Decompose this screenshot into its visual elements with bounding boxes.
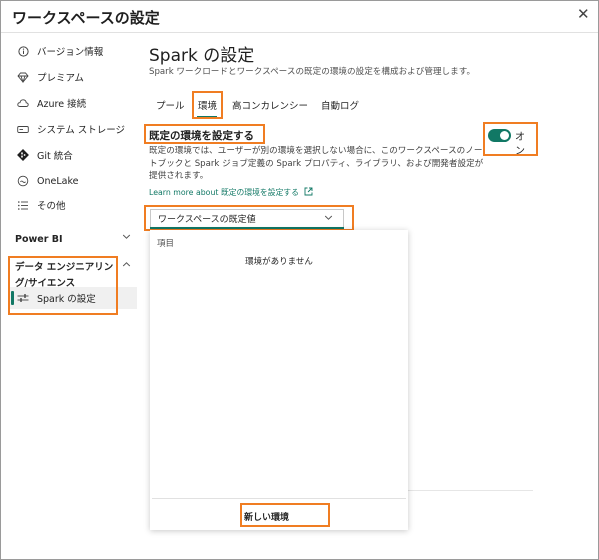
sidebar-item-git[interactable]: Git 統合	[17, 146, 73, 164]
empty-message: 環境がありません	[245, 257, 313, 267]
highlight-box-sidebar	[8, 256, 118, 315]
sidebar-item-version[interactable]: バージョン情報	[17, 42, 103, 60]
sidebar-item-label: Git 統合	[37, 151, 73, 162]
sidebar-item-label: Azure 接続	[37, 99, 87, 110]
link-text: 既定の環境を設定する	[220, 188, 299, 197]
sidebar-item-onelake[interactable]: OneLake	[17, 172, 78, 190]
tab-autolog[interactable]: 自動ログ	[321, 98, 359, 112]
page-title: Spark の設定	[149, 46, 255, 66]
listbox-divider	[152, 498, 406, 499]
cloud-icon	[17, 97, 29, 109]
chevron-up-icon[interactable]	[122, 260, 131, 272]
sidebar-item-azure[interactable]: Azure 接続	[17, 94, 86, 112]
info-icon	[17, 45, 29, 57]
highlight-box-section-title	[144, 124, 265, 144]
sidebar-item-storage[interactable]: システム ストレージ	[17, 120, 125, 138]
listbox-header: 項目	[157, 239, 175, 249]
title-divider	[1, 32, 598, 33]
tab-high-concurrency[interactable]: 高コンカレンシー	[232, 98, 308, 112]
settings-dialog: ワークスペースの設定 ✕ バージョン情報 プレミアム Azure 接続 システム…	[0, 0, 599, 560]
sidebar-item-label: その他	[37, 201, 66, 212]
sidebar-item-label: バージョン情報	[37, 47, 104, 58]
environment-listbox: 項目 環境がありません 新しい環境	[150, 230, 408, 530]
diamond-icon	[17, 71, 29, 83]
sidebar-item-other[interactable]: その他	[17, 196, 66, 214]
learn-more-link[interactable]: Learn more about 既定の環境を設定する	[149, 187, 313, 198]
highlight-box-dropdown	[144, 205, 354, 231]
onelake-icon	[17, 175, 29, 187]
dialog-title: ワークスペースの設定	[12, 9, 160, 27]
highlight-box-toggle	[483, 122, 538, 156]
git-icon	[17, 149, 29, 161]
sidebar-item-label: プレミアム	[37, 73, 84, 84]
sidebar-item-label: システム ストレージ	[37, 125, 126, 136]
close-icon[interactable]: ✕	[577, 7, 590, 22]
section-power-bi[interactable]: Power BI	[15, 234, 62, 245]
sidebar-item-premium[interactable]: プレミアム	[17, 68, 84, 86]
external-link-icon	[304, 187, 313, 198]
chevron-down-icon[interactable]	[122, 232, 131, 244]
link-prefix: Learn more about	[149, 188, 219, 197]
background-divider	[408, 490, 533, 491]
section-description: 既定の環境では、ユーザーが別の環境を選択しない場合に、このワークスペースのノート…	[149, 146, 484, 181]
highlight-box-tab	[192, 91, 223, 119]
highlight-box-new-env	[240, 503, 330, 527]
page-subtitle: Spark ワークロードとワークスペースの既定の環境の設定を構成および管理します…	[149, 67, 476, 77]
sidebar-item-label: OneLake	[37, 175, 79, 187]
tab-pool[interactable]: プール	[156, 98, 185, 112]
storage-icon	[17, 123, 29, 135]
list-icon	[17, 199, 29, 211]
